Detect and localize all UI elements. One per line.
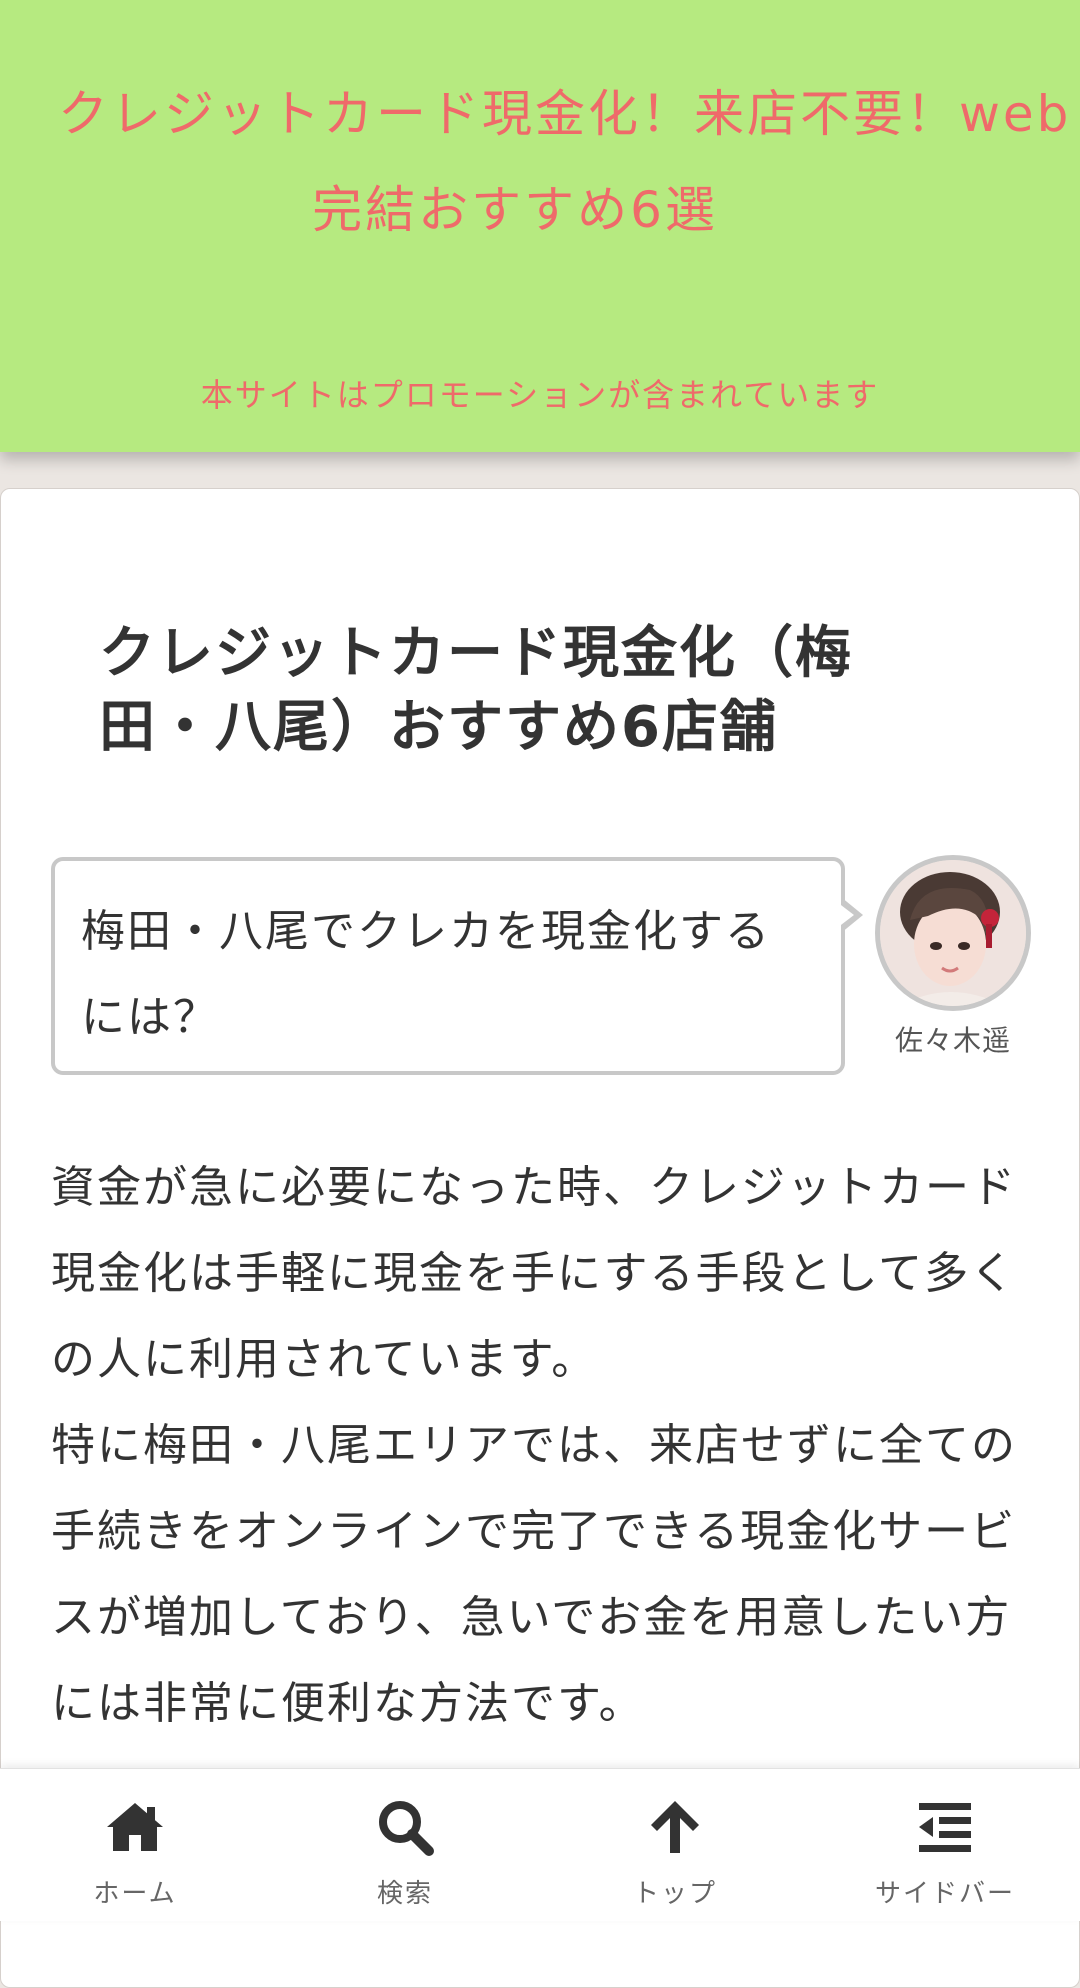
nav-search-label: 検索 [376, 1879, 433, 1909]
speaker-avatar [875, 855, 1031, 1011]
article-paragraph: 特に梅田・八尾エリアでは、来店せずに全ての手続きをオンラインで完了できる現金化サ… [51, 1420, 1017, 1729]
search-icon [379, 1801, 434, 1856]
bottom-navigation: ホーム 検索 トップ サイドバー [0, 1768, 1080, 1921]
article-paragraph: 資金が急に必要になった時、クレジットカード現金化は手軽に現金を手にする手段として… [51, 1162, 1017, 1385]
nav-sidebar-button[interactable]: サイドバー [810, 1769, 1080, 1921]
nav-search-button[interactable]: 検索 [270, 1769, 540, 1921]
sidebar-icon [919, 1803, 971, 1852]
avatar-portrait-icon [880, 860, 1026, 1006]
site-title-line2[interactable]: 完結おすすめ6選 [0, 162, 1080, 258]
nav-home-button[interactable]: ホーム [0, 1769, 270, 1921]
nav-top-button[interactable]: トップ [540, 1769, 810, 1921]
nav-sidebar-label: サイドバー [874, 1879, 1015, 1909]
speech-balloon: 梅田・八尾でクレカを現金化する には？ [51, 857, 845, 1075]
site-title[interactable]: クレジットカード現金化！来店不要！web 完結おすすめ6選 [0, 66, 1080, 258]
balloon-text-line2: には？ [81, 992, 219, 1043]
promotion-notice: 本サイトはプロモーションが含まれています [200, 376, 880, 414]
nav-top-label: トップ [632, 1879, 717, 1909]
balloon-text-line1: 梅田・八尾でクレカを現金化する [81, 906, 771, 957]
home-icon [107, 1803, 163, 1851]
site-header: クレジットカード現金化！来店不要！web 完結おすすめ6選 本サイトはプロモーシ… [0, 0, 1080, 452]
arrow-up-icon [651, 1801, 699, 1853]
article-body: 資金が急に必要になった時、クレジットカード現金化は手軽に現金を手にする手段として… [51, 1145, 1031, 1747]
article-card: クレジットカード現金化（梅 田・八尾）おすすめ6店舗 梅田・八尾でクレカを現金化… [0, 488, 1080, 1988]
speaker-name: 佐々木遥 [894, 1024, 1011, 1057]
article-title-line1: クレジットカード現金化（梅 [99, 621, 853, 686]
site-title-line1[interactable]: クレジットカード現金化！来店不要！web [0, 66, 1080, 162]
article-title-line2: 田・八尾）おすすめ6店舗 [99, 695, 778, 760]
article-title: クレジットカード現金化（梅 田・八尾）おすすめ6店舗 [99, 617, 919, 765]
balloon-tail-inner [837, 902, 854, 928]
nav-home-label: ホーム [93, 1879, 177, 1909]
